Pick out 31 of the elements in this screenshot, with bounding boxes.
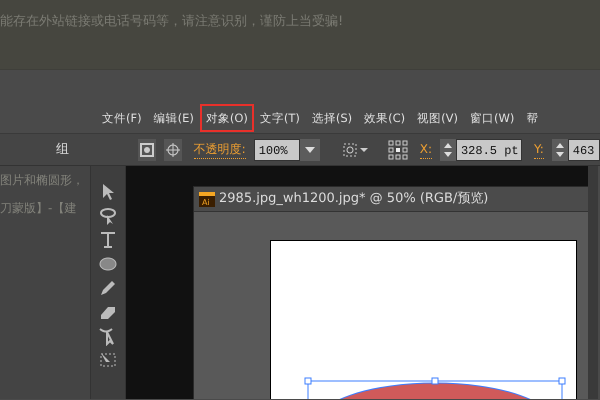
lasso-icon[interactable] — [98, 206, 118, 226]
x-label[interactable]: X: — [420, 140, 432, 159]
menu-item[interactable]: 编辑(E) — [148, 104, 200, 132]
y-field[interactable]: 463 — [568, 138, 600, 160]
menu-item[interactable]: 文件(F) — [96, 104, 148, 132]
menu-item[interactable]: 文字(T) — [254, 104, 306, 132]
menu-item[interactable]: 窗口(W) — [464, 104, 520, 132]
group-label: 组 — [56, 140, 70, 159]
pencil-icon[interactable] — [98, 278, 118, 298]
article-text: 图片和椭圆形， — [0, 172, 85, 189]
isolate-icon[interactable] — [138, 138, 156, 160]
reference-point-icon[interactable] — [388, 140, 408, 160]
target-icon[interactable] — [164, 138, 182, 160]
menu-item[interactable]: 选择(S) — [306, 104, 358, 132]
menu-item[interactable]: 对象(O) — [200, 104, 254, 132]
y-label[interactable]: Y: — [534, 140, 544, 159]
opacity-field[interactable]: 100% — [254, 138, 300, 160]
x-field[interactable]: 328.5 pt — [456, 138, 522, 160]
file-icon: Ai — [199, 191, 215, 207]
document-tab[interactable]: Ai 2985.jpg_wh1200.jpg* @ 50% (RGB/预览) — [194, 187, 588, 212]
menu-item[interactable]: 视图(V) — [411, 104, 464, 132]
align-icon[interactable] — [342, 140, 368, 158]
type-tool-icon[interactable] — [98, 230, 118, 250]
spinner-icon[interactable] — [440, 138, 456, 160]
menu-item[interactable]: 帮 — [520, 104, 544, 132]
dropdown-icon[interactable] — [300, 138, 320, 160]
article-text: 刀蒙版】-【建 — [0, 200, 78, 217]
document-title: 2985.jpg_wh1200.jpg* @ 50% (RGB/预览) — [219, 190, 488, 208]
opacity-label[interactable]: 不透明度: — [194, 140, 246, 159]
menu-item[interactable]: 效果(C) — [358, 104, 412, 132]
spinner-icon[interactable] — [552, 138, 568, 160]
